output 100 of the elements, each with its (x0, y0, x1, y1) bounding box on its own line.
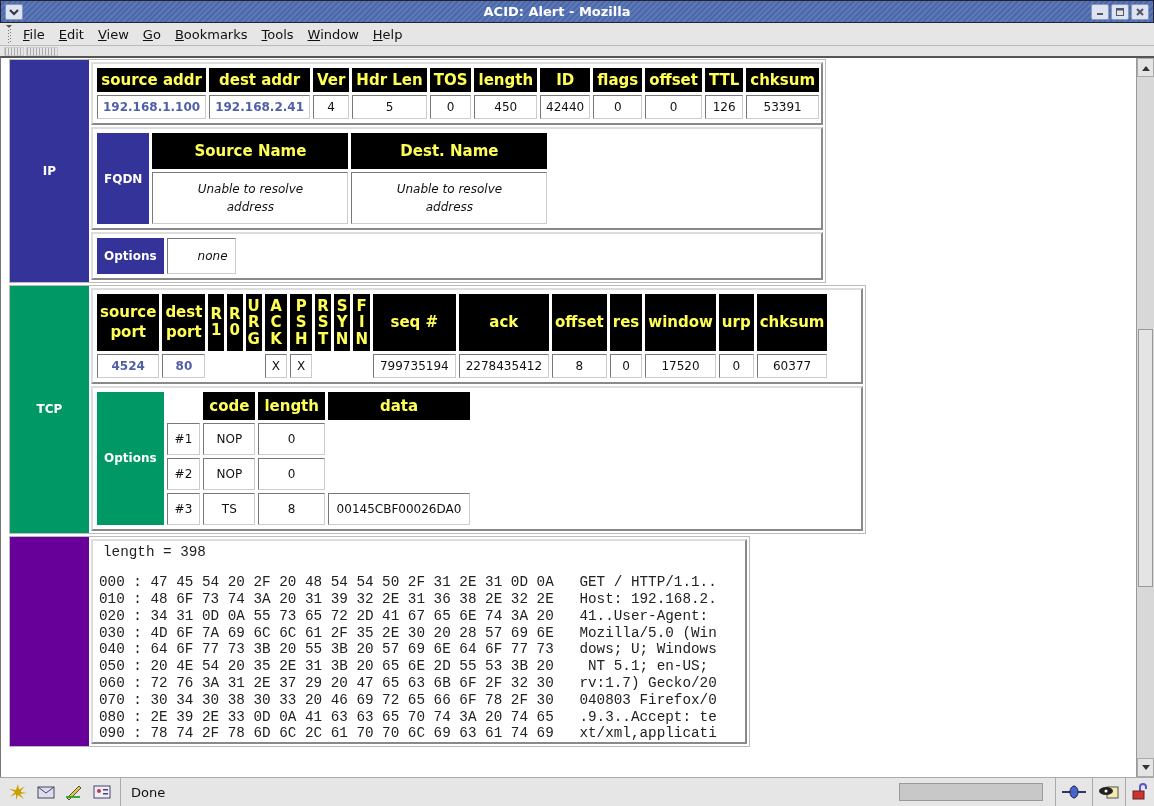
hex-dump-line: 020 : 34 31 0D 0A 55 73 65 72 2D 41 67 65 6E 74 3A 20 41..User-Agent: (99, 607, 710, 625)
table-cell: 450 (474, 95, 538, 119)
table-cell: 126 (704, 95, 744, 119)
table-cell: 0 (645, 95, 702, 119)
menu-item[interactable]: Tools (254, 26, 301, 42)
table-cell: Unable to resolve address (152, 172, 349, 224)
window-title: ACID: Alert - Mozilla (482, 4, 632, 19)
scroll-up-button[interactable] (1137, 58, 1154, 77)
table-cell: 53391 (746, 95, 820, 119)
port-link[interactable]: 4524 (97, 353, 160, 378)
column-header: Source Name (152, 133, 349, 169)
address-link[interactable]: 192.168.1.100 (97, 95, 207, 119)
column-header: RST (315, 294, 331, 351)
chevron-down-icon (9, 7, 19, 16)
table-cell: 8 (552, 353, 607, 378)
table-cell: 0 (593, 95, 643, 119)
close-icon (1135, 6, 1145, 17)
minimize-button[interactable] (1091, 3, 1109, 20)
port-link[interactable]: 80 (162, 353, 206, 378)
menu-item[interactable]: Bookmarks (167, 26, 255, 42)
menu-item[interactable]: Edit (51, 26, 91, 42)
table-cell: #1 (166, 422, 201, 455)
column-header: R1 (208, 294, 224, 351)
row-label: Options (97, 391, 164, 525)
column-header: data (328, 391, 470, 420)
column-header: Dest. Name (351, 133, 548, 169)
table-cell: 60377 (756, 353, 828, 378)
column-header: offset (552, 294, 607, 351)
table-cell: 0 (718, 353, 754, 378)
table-cell: 5 (352, 95, 427, 119)
column-header: source port (97, 294, 160, 351)
maximize-button[interactable] (1111, 3, 1129, 20)
hex-dump-line: 040 : 64 6F 77 73 3B 20 55 3B 20 57 69 6E 64 6F 77 73 dows; U; Windows (99, 641, 718, 659)
table-cell: 0 (258, 457, 325, 490)
menu-item[interactable]: Help (365, 26, 410, 42)
row-label: Options (97, 238, 164, 274)
column-header: flags (593, 68, 643, 92)
table-cell: 2278435412 (458, 353, 550, 378)
hex-dump-line: 010 : 48 6F 73 74 3A 20 31 39 32 2E 31 36 38 2E 32 2E Host: 192.168.2. (99, 591, 718, 608)
table-cell: TS (203, 492, 256, 525)
menu-item[interactable]: Go (135, 26, 168, 42)
close-button[interactable] (1131, 3, 1149, 20)
window-menu-button[interactable] (5, 3, 23, 20)
status-text: Done (130, 784, 166, 800)
maximize-icon (1115, 6, 1125, 17)
column-header: ack (458, 294, 550, 351)
column-header: code (203, 391, 256, 420)
table-cell: NOP (203, 422, 256, 455)
column-header: Ver (313, 68, 350, 92)
column-header: URG (245, 294, 262, 351)
pen-icon[interactable] (64, 783, 84, 801)
column-header: dest addr (209, 68, 310, 92)
column-header: R0 (226, 294, 243, 351)
table-cell: 0 (609, 353, 643, 378)
menu-item[interactable]: View (90, 26, 136, 42)
row-label: FQDN (97, 133, 150, 224)
column-header: PSH (290, 294, 313, 351)
address-link[interactable]: 192.168.2.41 (209, 95, 310, 119)
hex-dump-line: 050 : 20 4E 54 20 35 2E 31 3B 20 65 6E 2D 55 53 3B 20 NT 5.1; en-US; (99, 658, 710, 676)
table-cell: 8 (258, 492, 325, 525)
menu-item[interactable]: File (16, 26, 52, 42)
column-header: SYN (333, 294, 351, 351)
table-cell: 0 (429, 95, 472, 119)
column-header: source addr (97, 68, 207, 92)
payload-length: length = 398 (102, 543, 207, 561)
eye-card-icon[interactable] (1098, 784, 1120, 800)
column-header: ID (540, 68, 591, 92)
plug-icon[interactable] (1061, 785, 1087, 799)
menu-item[interactable]: Window (300, 26, 366, 42)
scroll-thumb[interactable] (1138, 329, 1153, 587)
section-label: IP (10, 60, 89, 282)
table-cell: X (264, 353, 288, 378)
column-header: TOS (429, 68, 472, 92)
hex-dump-line: 090 : 78 74 2F 78 6D 6C 2C 61 70 70 6C 69 63 61 74 69 xt/xml,applicati (99, 725, 718, 743)
table-cell: 4 (313, 95, 350, 119)
column-header: res (609, 294, 643, 351)
column-header: chksum (756, 294, 828, 351)
lock-icon[interactable] (1131, 783, 1149, 801)
hex-dump-line: 070 : 30 34 30 38 30 33 20 46 69 72 65 66 6F 78 2F 30 040803 Firefox/0 (99, 691, 718, 709)
table-cell: none (166, 238, 236, 274)
toolbar-grip[interactable] (4, 47, 24, 56)
column-header: seq # (372, 294, 456, 351)
table-cell: 42440 (540, 95, 591, 119)
column-header: offset (645, 68, 702, 92)
column-header: length (474, 68, 538, 92)
column-header: chksum (746, 68, 820, 92)
scroll-down-button[interactable] (1137, 758, 1154, 777)
down-arrow-icon (1141, 764, 1150, 771)
column-header: Hdr Len (352, 68, 427, 92)
column-header: dest port (162, 294, 206, 351)
section-label: TCP (10, 286, 89, 533)
mail-icon[interactable] (36, 784, 56, 800)
address-card-icon[interactable] (92, 783, 112, 801)
table-cell: 17520 (645, 353, 716, 378)
toolbar-grip[interactable] (26, 47, 58, 56)
column-header: length (258, 391, 325, 420)
hex-dump-line: 080 : 2E 39 2E 33 0D 0A 41 63 63 65 70 74 3A 20 74 65 .9.3..Accept: te (99, 708, 718, 726)
scrollbar[interactable] (1136, 58, 1154, 777)
table-cell: X (290, 353, 313, 378)
table-cell: Unable to resolve address (351, 172, 548, 224)
